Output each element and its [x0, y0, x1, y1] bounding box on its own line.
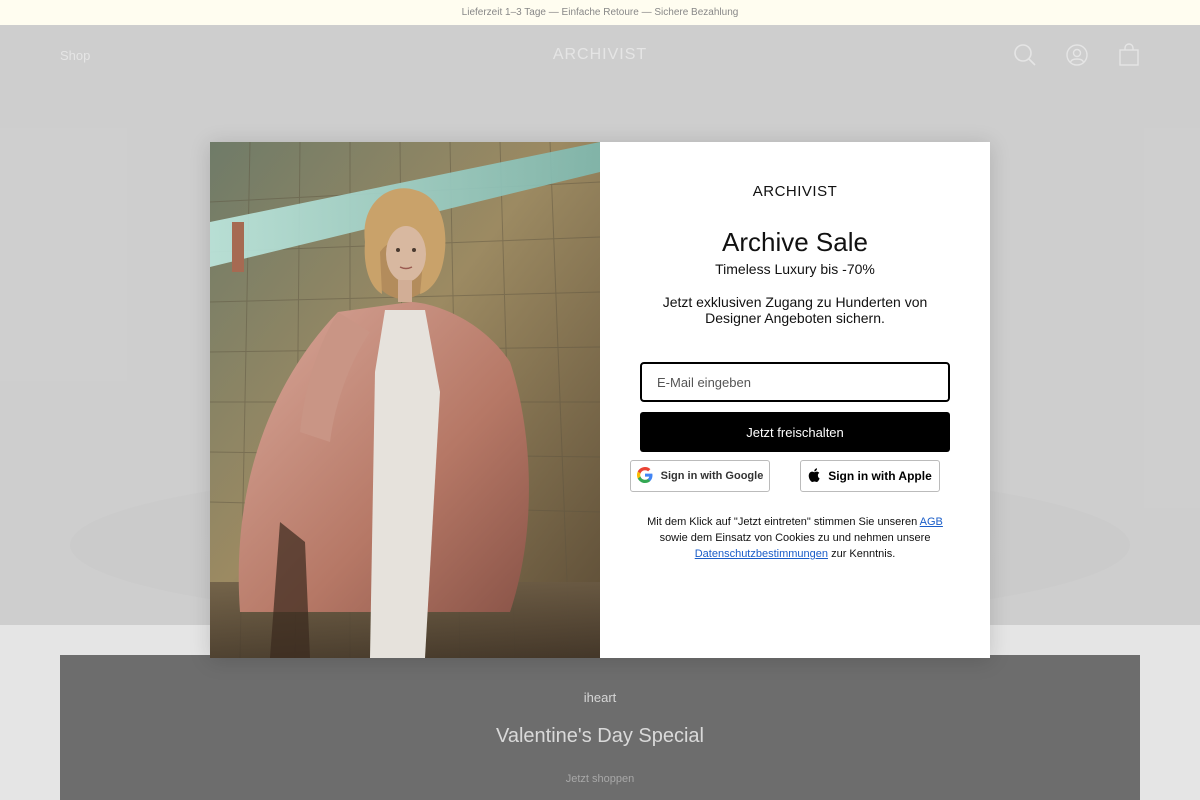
legal-text-3: zur Kenntnis. [828, 548, 896, 560]
apple-icon [808, 467, 820, 485]
modal-logo: ARCHIVIST [752, 183, 838, 200]
modal-subtitle: Timeless Luxury bis -70% [715, 261, 875, 277]
unlock-button[interactable]: Jetzt freischalten [640, 412, 950, 452]
legal-notice: Mit dem Klick auf "Jetzt eintreten" stim… [640, 514, 950, 562]
newsletter-modal: ARCHIVIST Archive Sale Timeless Luxury b… [210, 142, 990, 658]
modal-content: ARCHIVIST Archive Sale Timeless Luxury b… [600, 142, 990, 658]
apple-signin-label: Sign in with Apple [828, 469, 932, 483]
apple-signin-button[interactable]: Sign in with Apple [800, 460, 940, 492]
modal-title: Archive Sale [722, 227, 868, 257]
legal-text-1: Mit dem Klick auf "Jetzt eintreten" stim… [647, 516, 920, 528]
google-signin-label: Sign in with Google [660, 470, 764, 482]
privacy-policy-link[interactable]: Datenschutzbestimmungen [695, 548, 828, 560]
google-icon [636, 466, 653, 486]
model-photo [210, 142, 600, 658]
email-input[interactable] [640, 362, 950, 402]
legal-text-2: sowie dem Einsatz von Cookies zu und neh… [659, 532, 931, 544]
google-signin-button[interactable]: Sign in with Google [630, 460, 770, 492]
modal-description: Jetzt exklusiven Zugang zu Hunderten von… [662, 294, 928, 326]
agb-link[interactable]: AGB [920, 516, 943, 528]
announcement-text: Lieferzeit 1–3 Tage — Einfache Retoure —… [461, 7, 739, 18]
announcement-bar: Lieferzeit 1–3 Tage — Einfache Retoure —… [0, 0, 1200, 25]
